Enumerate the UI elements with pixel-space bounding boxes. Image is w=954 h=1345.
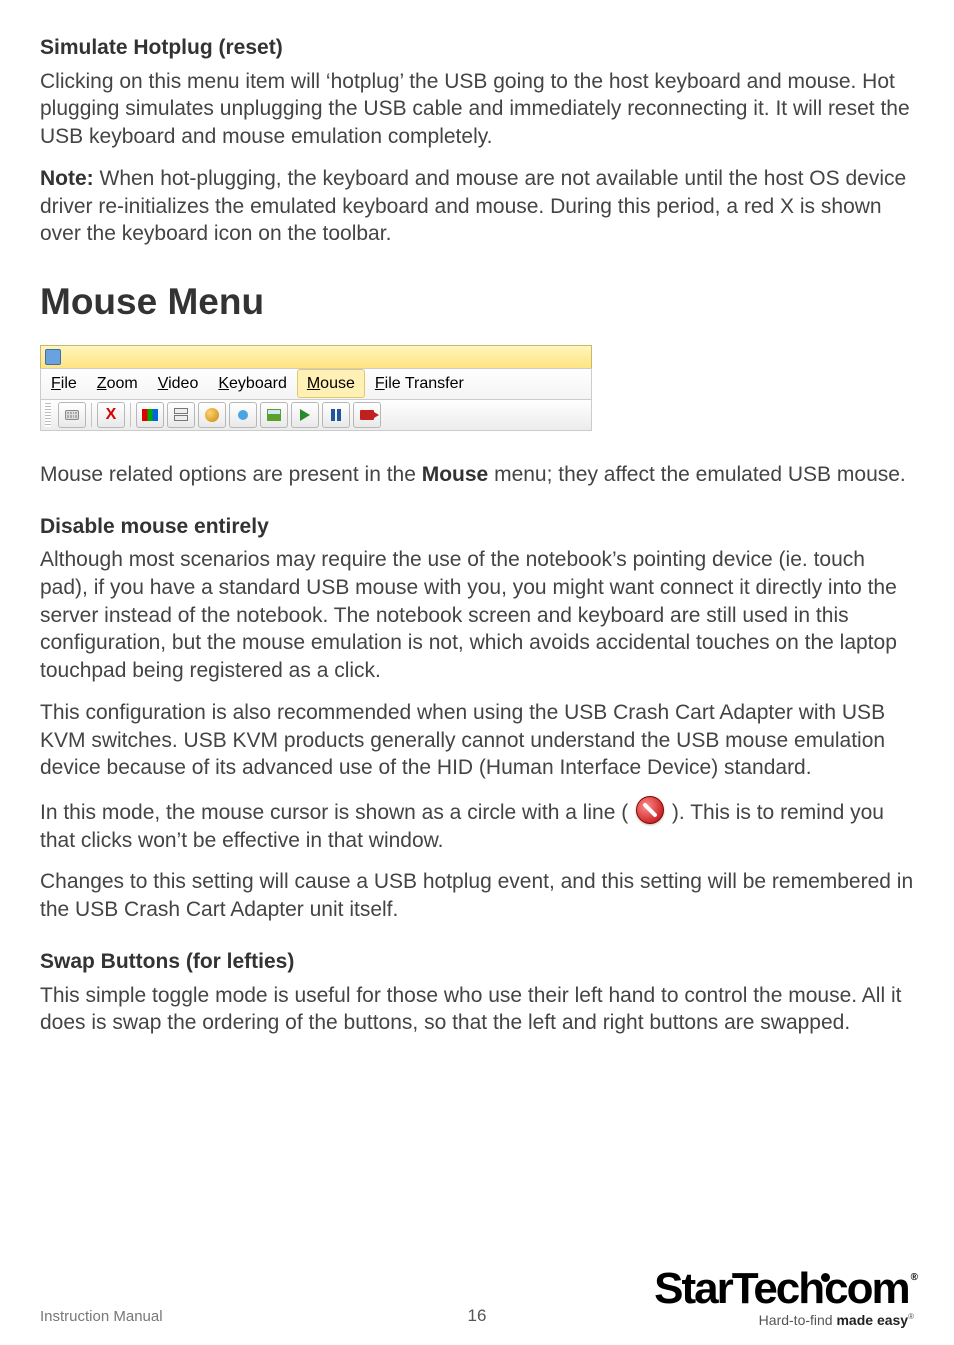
menu-item-video[interactable]: Video	[148, 369, 209, 398]
heading-disable-mouse: Disable mouse entirely	[40, 513, 914, 541]
toolbar-button-windows[interactable]	[167, 402, 195, 428]
heading-simulate-hotplug: Simulate Hotplug (reset)	[40, 34, 914, 62]
app-icon	[45, 349, 61, 365]
heading-swap-buttons: Swap Buttons (for lefties)	[40, 948, 914, 976]
toolbar-grip	[45, 403, 51, 427]
rgb-icon	[142, 409, 158, 421]
toolbar-button-image[interactable]	[260, 402, 288, 428]
toolbar-button-keyboard[interactable]	[58, 402, 86, 428]
camera-icon	[360, 410, 374, 420]
toolbar-button-rgb[interactable]	[136, 402, 164, 428]
toolbar-button-pause[interactable]	[322, 402, 350, 428]
toolbar: X	[40, 400, 592, 431]
para-disable-2: This configuration is also recommended w…	[40, 699, 914, 782]
no-entry-icon	[636, 796, 664, 824]
menubar: File Zoom Video Keyboard Mouse File Tran…	[40, 368, 592, 400]
mouse-intro-bold: Mouse	[422, 463, 489, 486]
mouse-intro-a: Mouse related options are present in the	[40, 463, 422, 486]
close-icon: X	[106, 404, 117, 425]
brand-part-a: Star	[654, 1264, 732, 1313]
para-mouse-intro: Mouse related options are present in the…	[40, 461, 914, 489]
para-hotplug-note: Note: When hot-plugging, the keyboard an…	[40, 165, 914, 248]
note-text: When hot-plugging, the keyboard and mous…	[40, 167, 906, 245]
menu-screenshot: File Zoom Video Keyboard Mouse File Tran…	[40, 345, 592, 431]
note-label: Note:	[40, 167, 94, 190]
para-disable-3: In this mode, the mouse cursor is shown …	[40, 796, 914, 854]
windows-icon	[174, 408, 188, 421]
disable-3a: In this mode, the mouse cursor is shown …	[40, 801, 634, 824]
brand-part-b: Tech	[732, 1264, 823, 1313]
menu-item-keyboard[interactable]: Keyboard	[208, 369, 297, 398]
menu-item-mouse[interactable]: Mouse	[297, 369, 365, 398]
menu-item-file-transfer[interactable]: File Transfer	[365, 369, 474, 398]
para-disable-1: Although most scenarios may require the …	[40, 546, 914, 685]
separator-icon	[130, 403, 131, 427]
play-icon	[300, 409, 310, 421]
menu-item-zoom[interactable]: Zoom	[87, 369, 148, 398]
registered-icon: ®	[911, 1272, 916, 1283]
heading-mouse-menu: Mouse Menu	[40, 278, 914, 327]
mouse-intro-b: menu; they affect the emulated USB mouse…	[488, 463, 906, 486]
dot-icon	[238, 410, 248, 420]
window-titlebar	[40, 345, 592, 368]
keyboard-icon	[65, 410, 79, 420]
toolbar-button-camera[interactable]	[353, 402, 381, 428]
page-footer: Instruction Manual 16 StarTechcom® Hard-…	[40, 1267, 914, 1327]
toolbar-button-close[interactable]: X	[97, 402, 125, 428]
image-icon	[267, 409, 281, 421]
para-swap-1: This simple toggle mode is useful for th…	[40, 982, 914, 1037]
separator-icon	[91, 403, 92, 427]
toolbar-button-play[interactable]	[291, 402, 319, 428]
toolbar-button-orb[interactable]	[198, 402, 226, 428]
toolbar-button-dot[interactable]	[229, 402, 257, 428]
brand-part-c: com	[824, 1264, 908, 1313]
pause-icon	[331, 409, 341, 421]
para-hotplug-1: Clicking on this menu item will ‘hotplug…	[40, 68, 914, 151]
orb-icon	[205, 408, 219, 422]
menu-item-file[interactable]: File	[41, 369, 87, 398]
para-disable-4: Changes to this setting will cause a USB…	[40, 868, 914, 923]
